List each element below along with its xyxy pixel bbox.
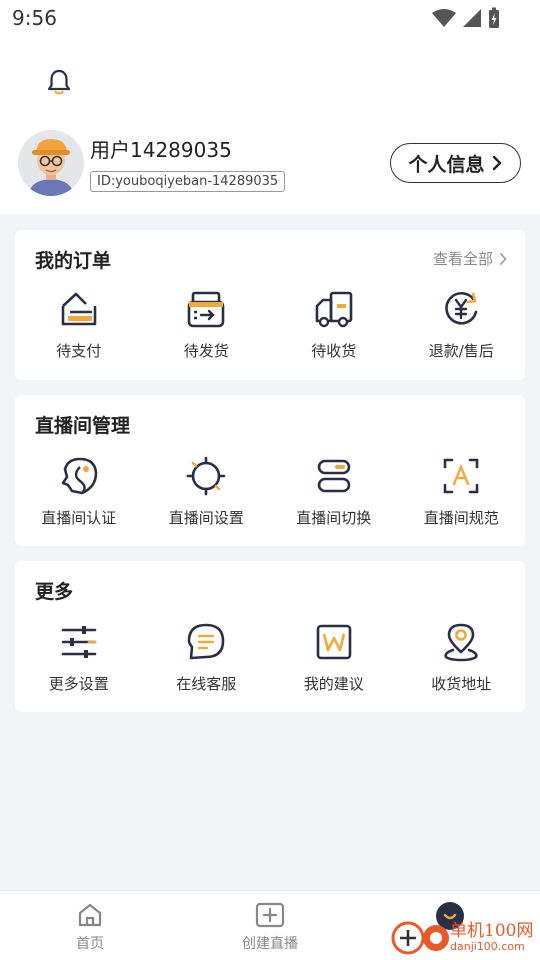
order-item-label: 待收货 — [311, 342, 357, 360]
view-all-label: 查看全部 — [432, 250, 493, 268]
order-pending-receipt[interactable]: 待收货 — [270, 288, 398, 361]
live-rules-icon — [443, 458, 479, 494]
refund-icon — [445, 291, 478, 325]
order-item-label: 待支付 — [56, 342, 102, 360]
status-icons — [432, 7, 500, 29]
watermark: 单机100网 danji100.com — [388, 898, 540, 960]
username: 用户14289035 — [90, 138, 232, 162]
wifi-icon — [432, 9, 456, 27]
order-item-label: 待发货 — [183, 342, 229, 360]
order-item-label: 退款/售后 — [428, 342, 494, 360]
profile-header: 用户14289035 ID:youboqiyeban-14289035 个人信息 — [0, 36, 540, 214]
live-management-card: 直播间管理 直播间认证 直播间设置 直播间切换 直播间规范 — [15, 395, 525, 546]
address-item[interactable]: 收货地址 — [398, 621, 526, 694]
status-bar: 9:56 — [0, 0, 540, 36]
live-auth-item[interactable]: 直播间认证 — [15, 455, 143, 528]
orders-title: 我的订单 — [35, 250, 112, 272]
signal-icon — [463, 9, 481, 27]
live-settings-item[interactable]: 直播间设置 — [143, 455, 271, 528]
order-pending-payment[interactable]: 待支付 — [15, 288, 143, 361]
more-item-label: 在线客服 — [176, 675, 237, 693]
add-square-icon — [255, 902, 285, 928]
suggestion-icon — [316, 624, 352, 660]
live-rules-item[interactable]: 直播间规范 — [398, 455, 526, 528]
live-switch-icon — [317, 459, 351, 493]
profile-info-label: 个人信息 — [408, 153, 485, 176]
user-id-badge: ID:youboqiyeban-14289035 — [90, 171, 286, 192]
more-card: 更多 更多设置 在线客服 我的建议 收货地址 — [15, 561, 525, 712]
pending-shipment-icon — [187, 291, 225, 328]
watermark-logo-icon — [391, 921, 449, 955]
tab-create-live[interactable]: 创建直播 — [180, 891, 360, 960]
orders-grid: 待支付 待发货 待收货 退款/售后 — [15, 288, 525, 361]
order-pending-shipment[interactable]: 待发货 — [143, 288, 271, 361]
watermark-url: danji100.com — [450, 940, 525, 953]
live-switch-item[interactable]: 直播间切换 — [270, 455, 398, 528]
live-settings-icon — [186, 456, 226, 496]
battery-icon — [489, 7, 499, 28]
sliders-icon — [61, 626, 97, 658]
bell-icon[interactable] — [46, 68, 72, 96]
live-item-label: 直播间设置 — [168, 509, 244, 527]
more-grid: 更多设置 在线客服 我的建议 收货地址 — [15, 621, 525, 694]
order-refund[interactable]: 退款/售后 — [398, 288, 526, 361]
status-time: 9:56 — [12, 6, 57, 30]
more-title: 更多 — [35, 581, 74, 603]
live-grid: 直播间认证 直播间设置 直播间切换 直播间规范 — [15, 455, 525, 528]
view-all-orders-link[interactable]: 查看全部 — [433, 248, 507, 269]
pending-payment-icon — [61, 292, 97, 326]
tab-home-label: 首页 — [76, 936, 104, 952]
more-settings-item[interactable]: 更多设置 — [15, 621, 143, 694]
more-item-label: 我的建议 — [303, 675, 364, 693]
pending-receipt-icon — [315, 291, 353, 328]
chevron-right-icon — [492, 155, 501, 171]
live-management-title: 直播间管理 — [35, 415, 131, 437]
live-item-label: 直播间规范 — [423, 509, 499, 527]
suggestion-item[interactable]: 我的建议 — [270, 621, 398, 694]
chevron-right-icon — [499, 252, 507, 265]
live-auth-icon — [61, 457, 98, 495]
more-item-label: 更多设置 — [48, 675, 109, 693]
tab-create-live-label: 创建直播 — [242, 936, 298, 952]
chat-icon — [187, 623, 225, 660]
home-icon — [78, 903, 102, 927]
profile-info-button[interactable]: 个人信息 — [390, 143, 521, 183]
avatar[interactable] — [18, 130, 84, 196]
watermark-name: 单机100网 — [450, 921, 534, 941]
location-icon — [444, 623, 478, 662]
orders-card: 我的订单 查看全部 待支付 待发货 待收货 退款/售后 — [15, 230, 525, 380]
live-item-label: 直播间切换 — [296, 509, 372, 527]
more-item-label: 收货地址 — [431, 675, 492, 693]
live-item-label: 直播间认证 — [41, 509, 117, 527]
tab-home[interactable]: 首页 — [0, 891, 180, 960]
customer-service-item[interactable]: 在线客服 — [143, 621, 271, 694]
